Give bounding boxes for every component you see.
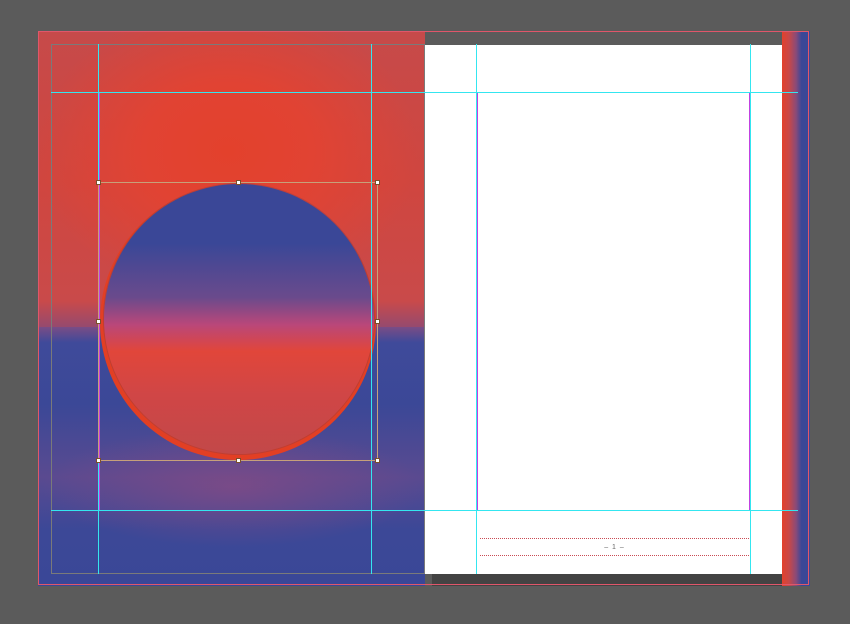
resize-handle-bottom-left[interactable] (96, 458, 101, 463)
resize-handle-bottom-center[interactable] (236, 458, 241, 463)
resize-handle-middle-right[interactable] (375, 319, 380, 324)
resize-handle-top-center[interactable] (236, 180, 241, 185)
resize-handle-bottom-right[interactable] (375, 458, 380, 463)
resize-handle-top-left[interactable] (96, 180, 101, 185)
pasteboard[interactable]: – 1 – (0, 0, 850, 624)
resize-handle-middle-left[interactable] (96, 319, 101, 324)
selection-bounding-box[interactable] (98, 182, 378, 461)
resize-handle-top-right[interactable] (375, 180, 380, 185)
page-number-marker: – 1 – (604, 544, 625, 551)
